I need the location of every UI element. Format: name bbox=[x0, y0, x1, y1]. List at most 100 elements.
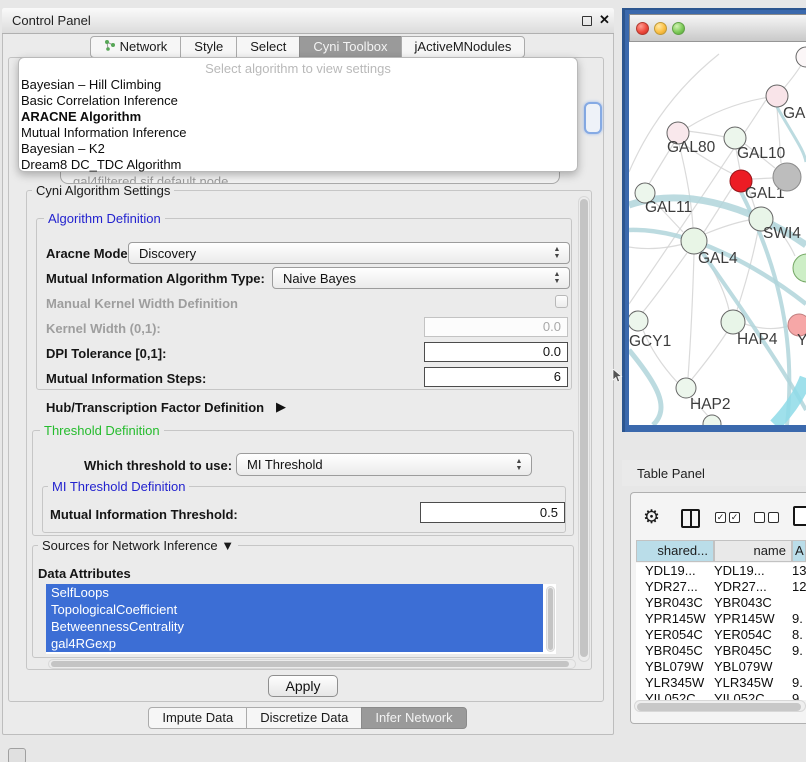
tab-network[interactable]: Network bbox=[90, 36, 182, 58]
hub-definition-label: Hub/Transcription Factor Definition bbox=[46, 400, 264, 415]
kernel-width-field[interactable]: 0.0 bbox=[424, 317, 568, 337]
combo-spinner-icon: ▲▼ bbox=[552, 271, 562, 285]
close-window-button[interactable] bbox=[636, 22, 649, 35]
kernel-width-label: Kernel Width (0,1): bbox=[46, 321, 161, 336]
settings-scrollbar-thumb[interactable] bbox=[580, 199, 588, 657]
network-edge[interactable] bbox=[687, 131, 725, 137]
tab-discretize-data[interactable]: Discretize Data bbox=[246, 707, 362, 729]
network-edge[interactable] bbox=[688, 254, 694, 378]
network-node-label: SWI4 bbox=[763, 225, 801, 242]
minimize-window-button[interactable] bbox=[654, 22, 667, 35]
hub-expand-icon[interactable]: ▶ bbox=[276, 399, 286, 415]
tab-infer-network[interactable]: Infer Network bbox=[361, 707, 466, 729]
dropdown-item[interactable]: Bayesian – K2 bbox=[21, 141, 105, 157]
document-icon[interactable] bbox=[793, 506, 806, 526]
dropdown-item[interactable]: Basic Correlation Inference bbox=[21, 93, 178, 109]
network-node[interactable] bbox=[629, 311, 648, 331]
table-row[interactable]: YPR145WYPR145W9. bbox=[636, 611, 806, 627]
table-row[interactable]: YER054CYER054C8. bbox=[636, 627, 806, 643]
network-selector-combo-partial[interactable]: gal4filtered.sif default node bbox=[60, 171, 560, 184]
network-edge[interactable] bbox=[692, 332, 727, 379]
network-edge[interactable] bbox=[629, 350, 661, 425]
table-row[interactable]: YDR27...YDR27...12 bbox=[636, 579, 806, 595]
mi-steps-field[interactable]: 6 bbox=[424, 367, 568, 387]
control-panel-title: Control Panel bbox=[12, 13, 91, 28]
dropdown-item[interactable]: Bayesian – Hill Climbing bbox=[21, 77, 161, 93]
network-edge[interactable] bbox=[687, 96, 777, 128]
network-node[interactable] bbox=[796, 47, 806, 67]
list-item[interactable]: BetweennessCentrality bbox=[46, 618, 543, 635]
network-edge[interactable] bbox=[705, 220, 749, 234]
deselect-all-checkbox-icon[interactable] bbox=[754, 512, 765, 523]
deselect-all-checkbox-icon[interactable] bbox=[768, 512, 779, 523]
tab-jactivemnodules[interactable]: jActiveMNodules bbox=[401, 36, 526, 58]
dpi-tolerance-label: DPI Tolerance [0,1]: bbox=[46, 346, 166, 361]
apply-button[interactable]: Apply bbox=[268, 675, 338, 697]
column-header-partial[interactable]: A bbox=[792, 540, 806, 562]
algorithm-combo-fragment[interactable] bbox=[584, 102, 602, 134]
settings-vertical-scrollbar[interactable] bbox=[578, 196, 590, 662]
attributes-list-scrollbar[interactable] bbox=[546, 586, 555, 652]
select-all-checkbox-icon[interactable]: ✓ bbox=[729, 512, 740, 523]
tab-select[interactable]: Select bbox=[236, 36, 300, 58]
network-node[interactable] bbox=[793, 254, 806, 282]
network-node[interactable] bbox=[773, 163, 801, 191]
network-edge[interactable] bbox=[643, 253, 687, 312]
tab-cyni-toolbox[interactable]: Cyni Toolbox bbox=[299, 36, 401, 58]
column-header-shared[interactable]: shared... bbox=[636, 540, 714, 562]
combo-spinner-icon: ▲▼ bbox=[552, 246, 562, 260]
dropdown-item[interactable]: Mutual Information Inference bbox=[21, 125, 186, 141]
table-row[interactable]: YBL079WYBL079W bbox=[636, 659, 806, 675]
attributes-scrollbar-thumb[interactable] bbox=[548, 588, 553, 650]
network-node-label: GAL4 bbox=[698, 250, 738, 267]
zoom-window-button[interactable] bbox=[672, 22, 685, 35]
which-threshold-combo[interactable]: MI Threshold ▲▼ bbox=[236, 453, 532, 476]
list-item[interactable]: SelfLoops bbox=[46, 584, 543, 601]
aracne-mode-combo[interactable]: Discovery ▲▼ bbox=[128, 242, 570, 264]
mi-threshold-definition-title: MI Threshold Definition bbox=[48, 479, 189, 494]
table-row[interactable]: YIL052CYIL052C9. bbox=[636, 691, 806, 700]
split-pane-icon[interactable] bbox=[681, 509, 700, 528]
node-table[interactable]: YDL19...YDL19...13 YDR27...YDR27...12 YB… bbox=[636, 563, 806, 700]
network-node-label: GAL10 bbox=[737, 145, 786, 162]
sources-collapse-icon[interactable]: ▼ bbox=[221, 538, 234, 553]
manual-kernel-checkbox[interactable] bbox=[555, 295, 568, 308]
network-node[interactable] bbox=[676, 378, 696, 398]
column-header-name[interactable]: name bbox=[714, 540, 792, 562]
aracne-mode-label: Aracne Mode: bbox=[46, 246, 132, 261]
dpi-tolerance-field[interactable]: 0.0 bbox=[424, 342, 568, 362]
settings-horizontal-scrollbar[interactable] bbox=[48, 659, 576, 669]
network-node[interactable] bbox=[703, 415, 721, 425]
collapsed-panel-chip[interactable] bbox=[8, 748, 26, 762]
network-node-label: HAP2 bbox=[690, 396, 731, 413]
horizontal-scrollbar-thumb[interactable] bbox=[51, 661, 569, 667]
float-panel-icon[interactable] bbox=[582, 16, 592, 26]
network-node[interactable] bbox=[766, 85, 788, 107]
table-row[interactable]: YDL19...YDL19...13 bbox=[636, 563, 806, 579]
combo-spinner-icon: ▲▼ bbox=[514, 458, 524, 472]
table-scrollbar-thumb[interactable] bbox=[637, 703, 801, 711]
network-edge[interactable] bbox=[752, 178, 773, 179]
tab-impute-data[interactable]: Impute Data bbox=[148, 707, 247, 729]
table-horizontal-scrollbar[interactable] bbox=[634, 700, 806, 712]
network-node-label: GAL80 bbox=[667, 139, 716, 156]
table-row[interactable]: YLR345WYLR345W9. bbox=[636, 675, 806, 691]
network-canvas[interactable]: GALGAL80GAL10GAL1GAL11SWI4GAL4GCY1HAP4YH… bbox=[629, 42, 806, 425]
dropdown-item-selected[interactable]: ARACNE Algorithm bbox=[21, 109, 141, 125]
table-row[interactable]: YBR045CYBR045C9. bbox=[636, 643, 806, 659]
sources-group-title: Sources for Network Inference ▼ bbox=[38, 538, 238, 553]
network-node-label: GAL11 bbox=[645, 199, 692, 216]
list-item[interactable]: TopologicalCoefficient bbox=[46, 601, 543, 618]
dropdown-item[interactable]: Dream8 DC_TDC Algorithm bbox=[21, 157, 181, 173]
tab-style[interactable]: Style bbox=[180, 36, 237, 58]
table-row[interactable]: YBR043CYBR043C bbox=[636, 595, 806, 611]
select-all-checkbox-icon[interactable]: ✓ bbox=[715, 512, 726, 523]
close-icon[interactable]: ✕ bbox=[599, 12, 610, 28]
gear-icon[interactable]: ⚙ bbox=[643, 506, 660, 529]
data-attributes-list[interactable]: SelfLoops TopologicalCoefficient Between… bbox=[46, 584, 556, 654]
list-item[interactable]: gal4RGexp bbox=[46, 635, 543, 652]
mi-type-combo[interactable]: Naive Bayes ▲▼ bbox=[272, 267, 570, 289]
algorithm-definition-title: Algorithm Definition bbox=[44, 211, 165, 226]
mi-threshold-field[interactable]: 0.5 bbox=[420, 502, 565, 523]
network-tab-icon bbox=[104, 37, 116, 57]
